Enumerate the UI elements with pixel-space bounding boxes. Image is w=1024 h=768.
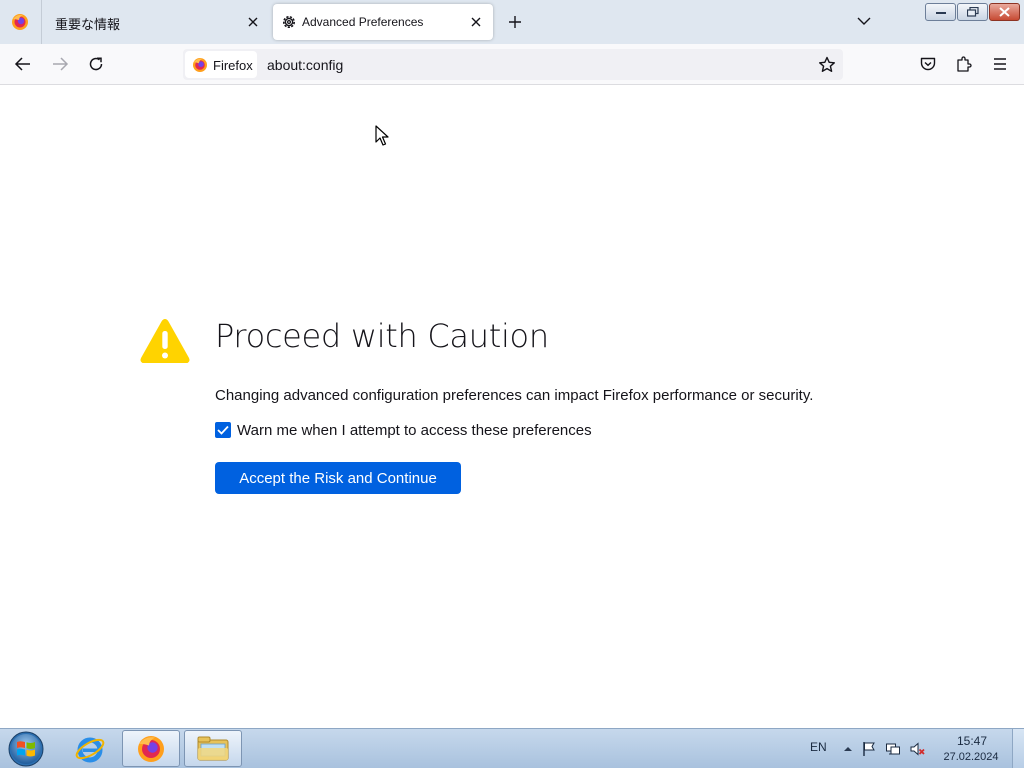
forward-button[interactable] [49, 53, 71, 75]
volume-button[interactable] [909, 741, 925, 757]
tab-strip: 重要な情報 Advanced Preferences [0, 0, 1024, 44]
tab-inactive[interactable]: 重要な情報 [42, 4, 270, 40]
back-button[interactable] [12, 53, 34, 75]
extensions-icon [957, 56, 972, 72]
app-menu-button[interactable] [990, 54, 1010, 74]
firefox-icon[interactable] [11, 13, 29, 31]
warn-checkbox-label[interactable]: Warn me when I attempt to access these p… [237, 422, 592, 439]
warning-description: Changing advanced configuration preferen… [215, 387, 814, 404]
checkmark-icon [217, 425, 229, 435]
warn-checkbox[interactable] [215, 422, 231, 438]
tab-active[interactable]: Advanced Preferences [273, 4, 493, 40]
hamburger-menu-icon [994, 58, 1006, 70]
gear-icon [283, 16, 295, 28]
taskbar: EN 15:47 27.02.2024 [0, 728, 1024, 768]
internet-explorer-icon [75, 737, 105, 762]
chevron-down-icon[interactable] [855, 12, 873, 30]
pocket-button[interactable] [918, 54, 938, 74]
clock-date[interactable]: 27.02.2024 [940, 751, 1002, 763]
tab-close-button[interactable] [467, 13, 485, 31]
forward-arrow-icon [53, 57, 69, 71]
window-minimize-button[interactable] [925, 3, 956, 21]
address-bar[interactable]: Firefox about:config [183, 49, 843, 80]
plus-icon[interactable] [505, 12, 525, 32]
tab-title: 重要な情報 [55, 17, 121, 32]
back-arrow-icon [14, 57, 30, 71]
identity-label: Firefox [213, 58, 253, 73]
taskbar-internet-explorer[interactable] [61, 730, 119, 767]
navigation-toolbar: Firefox about:config [0, 44, 1024, 85]
language-indicator[interactable]: EN [810, 740, 827, 754]
extensions-button[interactable] [954, 54, 974, 74]
tab-close-button[interactable] [244, 13, 262, 31]
warning-icon [140, 319, 190, 363]
minimize-icon [935, 12, 946, 14]
pocket-icon [920, 57, 936, 71]
firefox-icon [138, 735, 164, 762]
action-center-button[interactable] [861, 741, 877, 757]
chevron-up-icon [844, 747, 852, 751]
network-icon [886, 743, 900, 755]
reload-button[interactable] [85, 53, 107, 75]
page-content: Proceed with Caution Changing advanced c… [0, 85, 1024, 728]
identity-box[interactable]: Firefox [185, 51, 257, 78]
tray-expand-button[interactable] [840, 741, 856, 757]
tab-title: Advanced Preferences [302, 15, 424, 29]
star-icon[interactable] [817, 55, 837, 75]
volume-muted-icon [910, 742, 925, 756]
page-title: Proceed with Caution [215, 317, 549, 355]
taskbar-file-explorer[interactable] [184, 730, 242, 767]
accept-risk-button[interactable]: Accept the Risk and Continue [215, 462, 461, 494]
window-restore-button[interactable] [957, 3, 988, 21]
folder-icon [197, 736, 229, 760]
close-icon [471, 17, 481, 27]
restore-icon [966, 7, 979, 17]
firefox-icon [193, 58, 207, 72]
close-icon [999, 7, 1010, 17]
window-close-button[interactable] [989, 3, 1020, 21]
mouse-cursor-icon [375, 125, 389, 146]
clock-time[interactable]: 15:47 [950, 734, 994, 748]
close-icon [248, 17, 258, 27]
show-desktop-button[interactable] [1012, 729, 1024, 768]
reload-icon [89, 57, 103, 71]
network-button[interactable] [885, 741, 901, 757]
taskbar-firefox[interactable] [122, 730, 180, 767]
url-text[interactable]: about:config [267, 57, 343, 73]
windows-start-icon[interactable] [6, 730, 46, 768]
flag-icon [863, 742, 875, 756]
